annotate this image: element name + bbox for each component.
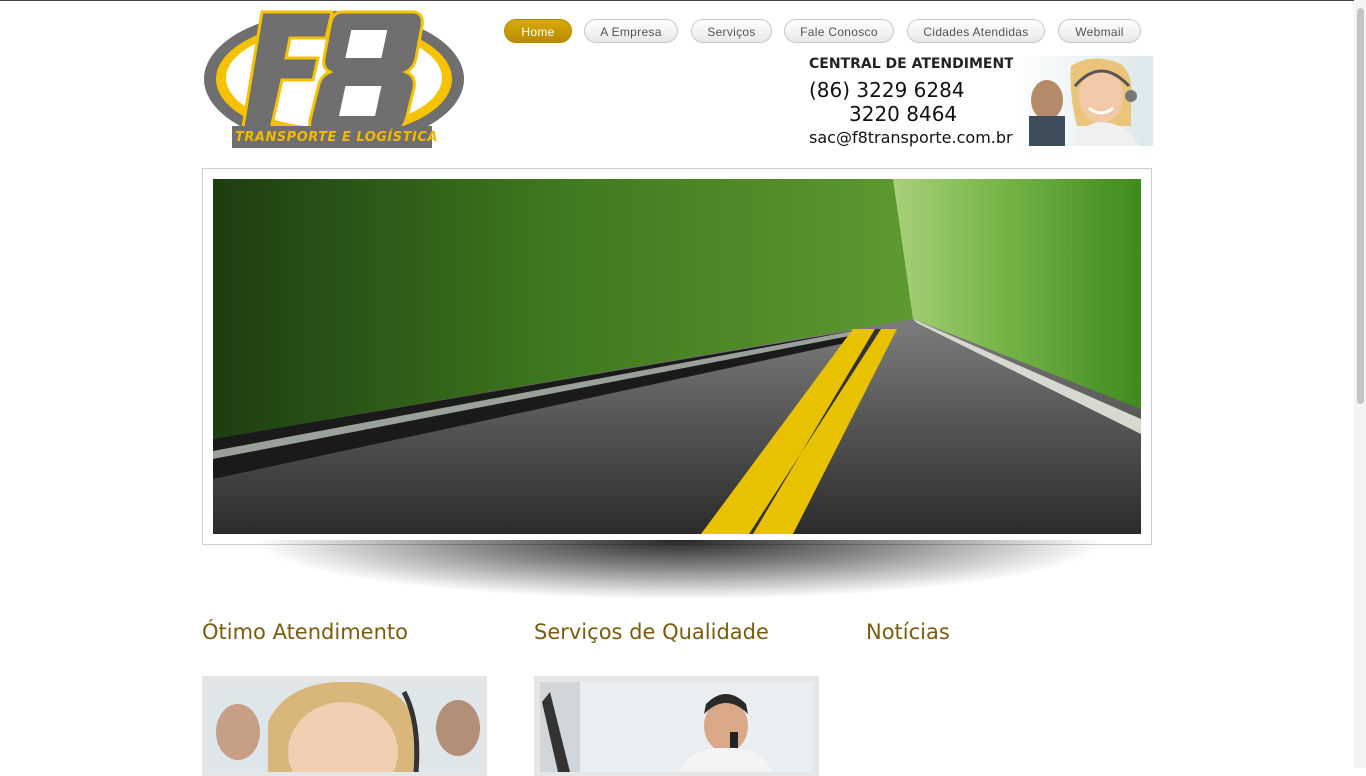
atendimento-card[interactable]	[202, 676, 487, 776]
window-top-border	[0, 0, 1366, 1]
call-center-agent-photo	[1013, 56, 1153, 146]
f8-logo[interactable]	[202, 8, 466, 150]
nav-webmail[interactable]: Webmail	[1058, 19, 1141, 43]
section-title-noticias: Notícias	[866, 620, 950, 644]
scrollbar-thumb[interactable]	[1357, 8, 1364, 404]
contact-title: CENTRAL DE ATENDIMENTO	[809, 56, 1026, 72]
logo-tagline: TRANSPORTE E LOGÍSTICA	[235, 130, 438, 145]
atendimento-photo	[208, 682, 481, 772]
section-title-servicos: Serviços de Qualidade	[534, 620, 769, 644]
slider-shadow	[250, 540, 1110, 600]
contact-phone-2: 3220 8464	[849, 102, 958, 126]
nav-cidades-atendidas[interactable]: Cidades Atendidas	[907, 19, 1045, 43]
nav-fale-conosco[interactable]: Fale Conosco	[784, 19, 894, 43]
servicos-card[interactable]	[534, 676, 819, 776]
highway-forest-image	[213, 179, 1141, 534]
logo-graphic	[204, 10, 464, 148]
page-scrollbar[interactable]	[1354, 0, 1366, 768]
nav-home[interactable]: Home	[504, 19, 572, 43]
section-title-atendimento: Ótimo Atendimento	[202, 620, 408, 644]
nav-servicos[interactable]: Serviços	[691, 19, 772, 43]
contact-phone-1: (86) 3229 6284	[809, 78, 965, 102]
servicos-photo	[540, 682, 813, 772]
nav-a-empresa[interactable]: A Empresa	[584, 19, 678, 43]
contact-banner: CENTRAL DE ATENDIMENTO (86) 3229 6284 32…	[809, 56, 1153, 147]
contact-email: sac@f8transporte.com.br	[809, 128, 1013, 147]
hero-slider[interactable]	[202, 168, 1152, 545]
